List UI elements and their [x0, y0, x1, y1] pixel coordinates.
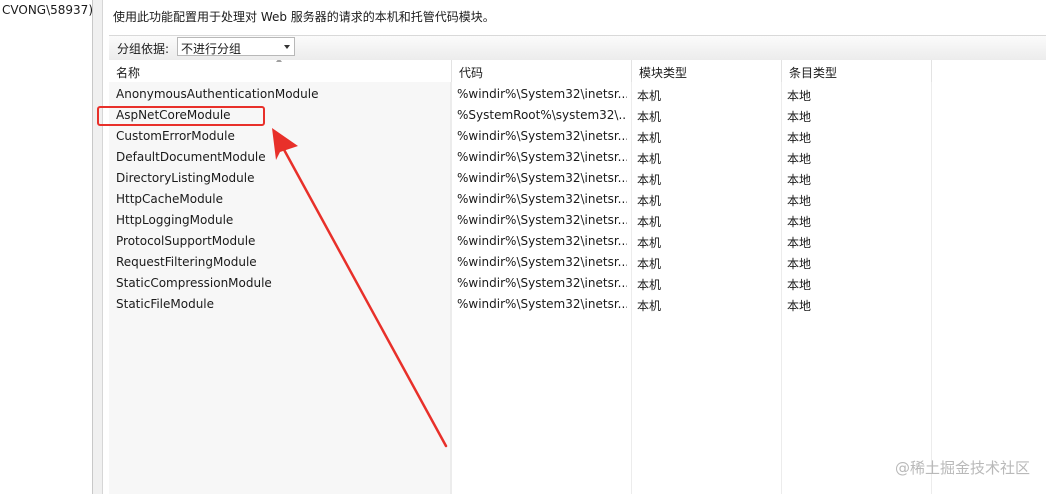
cell-entry-type: 本地 [787, 194, 812, 208]
cell-code: %windir%\System32\inetsr... [457, 129, 627, 143]
cell-module-type: 本机 [637, 131, 662, 145]
table-row[interactable]: HttpLoggingModule %windir%\System32\inets… [109, 210, 1046, 231]
table-row[interactable]: RequestFilteringModule %windir%\System32\… [109, 252, 1046, 273]
cell-entry-type: 本地 [787, 152, 812, 166]
cell-name: StaticFileModule [116, 297, 215, 311]
feature-description: 使用此功能配置用于处理对 Web 服务器的请求的本机和托管代码模块。 [113, 10, 495, 24]
connections-tree-pane: CVONG\58937) [0, 0, 93, 494]
table-row[interactable]: DefaultDocumentModule %windir%\System32\i… [109, 147, 1046, 168]
group-by-value: 不进行分组 [181, 42, 242, 56]
cell-code: %windir%\System32\inetsr... [457, 171, 627, 185]
group-by-label: 分组依据: [117, 42, 170, 56]
cell-code: %windir%\System32\inetsr... [457, 192, 627, 206]
modules-feature-pane: 使用此功能配置用于处理对 Web 服务器的请求的本机和托管代码模块。 分组依据:… [103, 0, 1046, 494]
highlight-box [97, 106, 265, 126]
sort-ascending-icon [276, 60, 283, 62]
cell-code: %windir%\System32\inetsr... [457, 297, 627, 311]
cell-name: AnonymousAuthenticationModule [116, 87, 319, 101]
column-header-entry-type-label: 条目类型 [789, 66, 838, 80]
cell-name: StaticCompressionModule [116, 276, 272, 290]
tree-node-server[interactable]: CVONG\58937) [2, 3, 92, 17]
chevron-down-icon [284, 45, 290, 49]
column-headers: 名称 代码 模块类型 条目类型 [109, 60, 1046, 82]
cell-entry-type: 本地 [787, 173, 812, 187]
cell-entry-type: 本地 [787, 299, 812, 313]
cell-entry-type: 本地 [787, 257, 812, 271]
group-by-toolbar: 分组依据: 不进行分组 [109, 35, 1046, 61]
cell-entry-type: 本地 [787, 278, 812, 292]
cell-name: HttpLoggingModule [116, 213, 234, 227]
column-header-code[interactable]: 代码 [452, 60, 632, 82]
table-row[interactable]: CustomErrorModule %windir%\System32\inets… [109, 126, 1046, 147]
cell-name: RequestFilteringModule [116, 255, 257, 269]
cell-name: ProtocolSupportModule [116, 234, 256, 248]
cell-module-type: 本机 [637, 299, 662, 313]
cell-code: %windir%\System32\inetsr... [457, 213, 627, 227]
table-row[interactable]: StaticFileModule %windir%\System32\inetsr… [109, 294, 1046, 315]
cell-entry-type: 本地 [787, 89, 812, 103]
cell-name: HttpCacheModule [116, 192, 224, 206]
column-header-code-label: 代码 [459, 66, 484, 80]
table-row[interactable]: AnonymousAuthenticationModule %windir%\Sy… [109, 84, 1046, 105]
cell-module-type: 本机 [637, 215, 662, 229]
cell-entry-type: 本地 [787, 110, 812, 124]
cell-entry-type: 本地 [787, 131, 812, 145]
watermark: @稀土掘金技术社区 [894, 459, 1030, 477]
pane-splitter[interactable] [93, 0, 103, 494]
cell-module-type: 本机 [637, 194, 662, 208]
cell-module-type: 本机 [637, 257, 662, 271]
cell-code: %windir%\System32\inetsr... [457, 255, 627, 269]
column-header-name-label: 名称 [116, 66, 141, 80]
cell-module-type: 本机 [637, 173, 662, 187]
cell-entry-type: 本地 [787, 236, 812, 250]
cell-module-type: 本机 [637, 110, 662, 124]
cell-code: %windir%\System32\inetsr... [457, 276, 627, 290]
cell-name: DefaultDocumentModule [116, 150, 266, 164]
column-header-module-type[interactable]: 模块类型 [632, 60, 782, 82]
cell-module-type: 本机 [637, 236, 662, 250]
table-row[interactable]: HttpCacheModule %windir%\System32\inetsr.… [109, 189, 1046, 210]
cell-code: %windir%\System32\inetsr... [457, 234, 627, 248]
table-row[interactable]: DirectoryListingModule %windir%\System32\… [109, 168, 1046, 189]
cell-code: %windir%\System32\inetsr... [457, 150, 627, 164]
cell-module-type: 本机 [637, 89, 662, 103]
iis-modules-window: CVONG\58937) 使用此功能配置用于处理对 Web 服务器的请求的本机和… [0, 0, 1046, 494]
cell-code: %SystemRoot%\system32\... [457, 108, 627, 122]
cell-code: %windir%\System32\inetsr... [457, 87, 627, 101]
table-row[interactable]: ProtocolSupportModule %windir%\System32\i… [109, 231, 1046, 252]
cell-entry-type: 本地 [787, 215, 812, 229]
cell-name: DirectoryListingModule [116, 171, 255, 185]
cell-module-type: 本机 [637, 152, 662, 166]
cell-module-type: 本机 [637, 278, 662, 292]
cell-name: CustomErrorModule [116, 129, 235, 143]
column-header-module-type-label: 模块类型 [639, 66, 688, 80]
table-row[interactable]: StaticCompressionModule %windir%\System32… [109, 273, 1046, 294]
group-by-dropdown[interactable]: 不进行分组 [177, 37, 295, 56]
column-header-entry-type[interactable]: 条目类型 [782, 60, 932, 82]
column-header-name[interactable]: 名称 [109, 60, 452, 82]
